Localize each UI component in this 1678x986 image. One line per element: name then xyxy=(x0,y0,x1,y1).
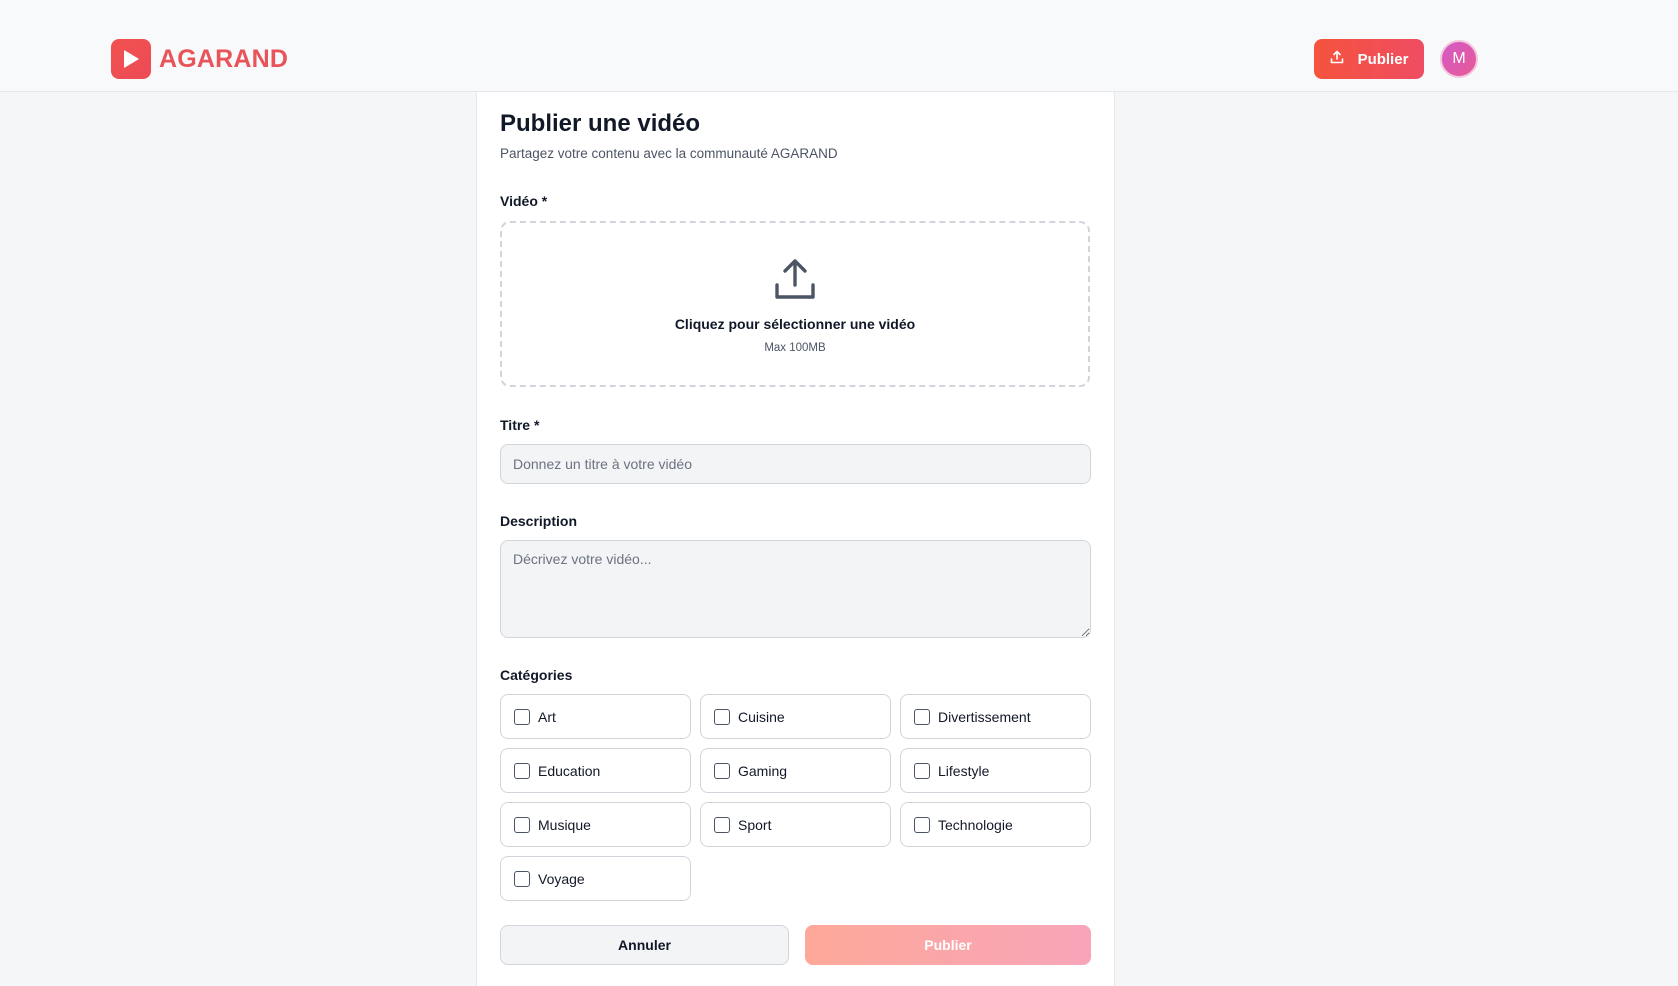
header-publish-label: Publier xyxy=(1357,50,1409,68)
checkbox[interactable] xyxy=(914,816,930,833)
upload-icon xyxy=(1330,50,1344,68)
checkbox[interactable] xyxy=(514,870,530,887)
logo-text: AGARAND xyxy=(159,44,289,73)
category-cuisine[interactable]: Cuisine xyxy=(700,694,891,739)
dropzone-hint: Max 100MB xyxy=(764,342,826,354)
checkbox[interactable] xyxy=(714,762,730,779)
category-divertissement[interactable]: Divertissement xyxy=(900,694,1091,739)
checkbox[interactable] xyxy=(714,708,730,725)
category-label: Divertissement xyxy=(938,708,1031,725)
categories-grid: Art Cuisine Divertissement Education Gam… xyxy=(500,694,1091,901)
category-voyage[interactable]: Voyage xyxy=(500,856,691,901)
category-gaming[interactable]: Gaming xyxy=(700,748,891,793)
video-dropzone[interactable]: Cliquez pour sélectionner une vidéo Max … xyxy=(500,221,1090,387)
category-label: Education xyxy=(538,762,601,779)
page-title: Publier une vidéo xyxy=(500,110,701,137)
cancel-button[interactable]: Annuler xyxy=(500,925,789,965)
category-label: Musique xyxy=(538,816,591,833)
checkbox[interactable] xyxy=(514,816,530,833)
category-art[interactable]: Art xyxy=(500,694,691,739)
category-label: Technologie xyxy=(938,816,1013,833)
category-label: Art xyxy=(538,708,556,725)
category-musique[interactable]: Musique xyxy=(500,802,691,847)
avatar[interactable]: M xyxy=(1440,40,1478,78)
checkbox[interactable] xyxy=(514,762,530,779)
page-subtitle: Partagez votre contenu avec la communaut… xyxy=(500,146,838,161)
category-label: Cuisine xyxy=(738,708,785,725)
title-label: Titre * xyxy=(500,417,540,433)
logo[interactable]: AGARAND xyxy=(111,39,288,79)
top-bar: AGARAND Publier M xyxy=(0,0,1678,92)
checkbox[interactable] xyxy=(914,762,930,779)
category-label: Lifestyle xyxy=(938,762,990,779)
category-label: Sport xyxy=(738,816,772,833)
avatar-initial: M xyxy=(1452,50,1466,67)
category-education[interactable]: Education xyxy=(500,748,691,793)
description-label: Description xyxy=(500,513,578,529)
category-sport[interactable]: Sport xyxy=(700,802,891,847)
category-label: Voyage xyxy=(538,870,585,887)
checkbox[interactable] xyxy=(914,708,930,725)
play-icon xyxy=(111,39,151,79)
dropzone-prompt: Cliquez pour sélectionner une vidéo xyxy=(674,316,916,332)
category-lifestyle[interactable]: Lifestyle xyxy=(900,748,1091,793)
description-textarea[interactable] xyxy=(500,540,1091,638)
checkbox[interactable] xyxy=(714,816,730,833)
upload-icon xyxy=(773,257,817,306)
publish-form-card: Publier une vidéo Partagez votre contenu… xyxy=(476,92,1115,986)
submit-publish-button[interactable]: Publier xyxy=(805,925,1091,965)
category-label: Gaming xyxy=(738,762,788,779)
header-publish-button[interactable]: Publier xyxy=(1314,39,1424,79)
categories-label: Catégories xyxy=(500,667,573,683)
checkbox[interactable] xyxy=(514,708,530,725)
title-input[interactable] xyxy=(500,444,1091,484)
category-technologie[interactable]: Technologie xyxy=(900,802,1091,847)
video-label: Vidéo * xyxy=(500,193,548,209)
